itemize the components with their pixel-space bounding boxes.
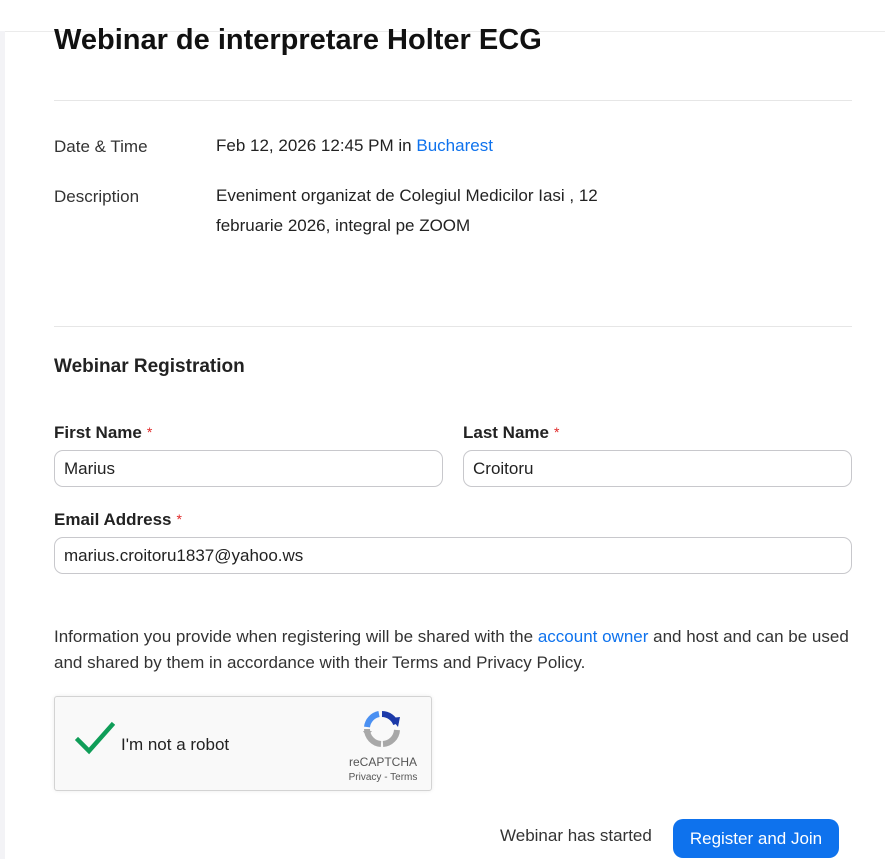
required-marker: * — [176, 511, 182, 527]
webinar-status: Webinar has started — [500, 826, 652, 845]
divider — [54, 100, 852, 101]
first-name-label: First Name * — [54, 423, 152, 443]
recaptcha-links: Privacy - Terms — [341, 772, 425, 783]
last-name-label: Last Name * — [463, 423, 559, 443]
register-and-join-button[interactable]: Register and Join — [673, 819, 839, 858]
last-name-input[interactable] — [463, 450, 852, 487]
recaptcha-logo-icon — [363, 711, 400, 747]
recaptcha-widget: I'm not a robot reCAPTCHA Privacy - Term… — [54, 696, 432, 791]
date-time-label: Date & Time — [54, 137, 148, 156]
checkmark-icon[interactable] — [75, 721, 115, 757]
recaptcha-privacy-link[interactable]: Privacy — [349, 772, 382, 783]
description-value: Eveniment organizat de Colegiul Medicilo… — [216, 181, 636, 241]
left-rail — [0, 31, 5, 859]
account-owner-link[interactable]: account owner — [538, 627, 649, 646]
description-label: Description — [54, 187, 140, 206]
required-marker: * — [553, 424, 560, 440]
privacy-notice-text-1: Information you provide when registering… — [54, 627, 534, 646]
recaptcha-brand: reCAPTCHA — [348, 755, 417, 769]
divider — [54, 326, 852, 327]
webinar-title: Webinar de interpretare Holter ECG — [54, 24, 542, 56]
timezone-link[interactable]: Bucharest — [416, 136, 493, 155]
last-name-label-text: Last Name — [463, 423, 549, 442]
privacy-notice: Information you provide when registering… — [54, 624, 854, 676]
recaptcha-label: I'm not a robot — [121, 735, 230, 754]
description-line-1: Eveniment organizat de Colegiul Medicilo… — [216, 186, 598, 205]
email-label-text: Email Address — [54, 510, 172, 529]
required-marker: * — [146, 424, 153, 440]
first-name-label-text: First Name — [54, 423, 142, 442]
email-label: Email Address * — [54, 510, 182, 530]
description-line-2: februarie 2026, integral pe ZOOM — [216, 216, 471, 235]
date-time-value: Feb 12, 2026 12:45 PM in Bucharest — [216, 131, 636, 161]
email-input[interactable] — [54, 537, 852, 574]
registration-heading: Webinar Registration — [54, 356, 245, 377]
date-time-text: Feb 12, 2026 12:45 PM in — [216, 136, 412, 155]
first-name-input[interactable] — [54, 450, 443, 487]
recaptcha-terms-link[interactable]: Terms — [390, 772, 417, 783]
recaptcha-separator: - — [384, 772, 388, 783]
